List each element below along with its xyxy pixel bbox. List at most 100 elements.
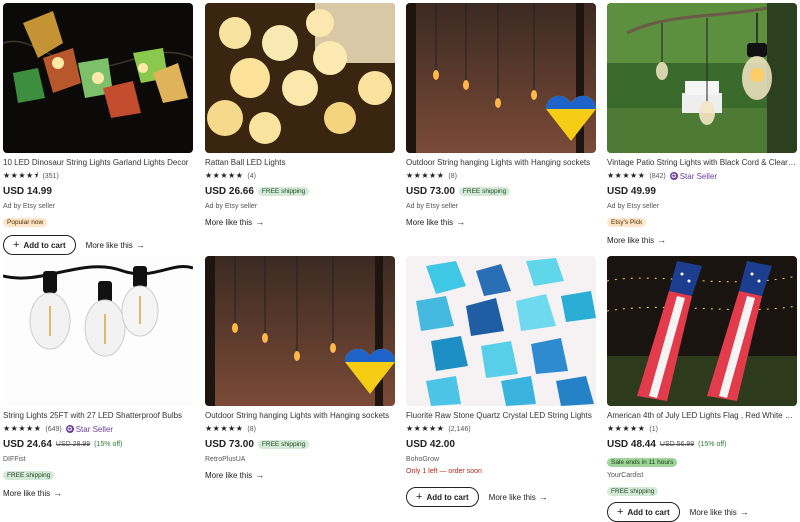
review-count: (649) — [45, 425, 62, 433]
sale-ends-badge: Sale ends in 11 hours — [607, 458, 678, 467]
listing-image-rattan-balls[interactable] — [205, 3, 395, 153]
more-like-this-link[interactable]: More like this → — [690, 507, 749, 517]
review-count: (8) — [448, 172, 457, 180]
listing-title[interactable]: Fluorite Raw Stone Quartz Crystal LED St… — [406, 410, 596, 421]
price: USD 42.00 — [406, 439, 455, 450]
more-like-this-label: More like this — [488, 492, 536, 502]
seller-name[interactable]: BohoGrow — [406, 455, 596, 464]
price: USD 73.00 — [205, 439, 254, 450]
listing-image-flag-windsock[interactable] — [607, 256, 797, 406]
rating-stars: ★★★★★ — [406, 424, 445, 433]
listing-image-outdoor-string-lights[interactable] — [205, 256, 395, 406]
listing-image-vintage-patio-lights[interactable] — [607, 3, 797, 153]
star-seller-badge: ✪ Star Seller — [65, 425, 113, 434]
listing-title[interactable]: American 4th of July LED Lights Flag , R… — [607, 410, 797, 421]
rating-stars: ★★★★★ — [406, 171, 445, 180]
add-to-cart-label: Add to cart — [627, 507, 670, 517]
rating: ★★★★★ (4) — [205, 171, 395, 181]
add-to-cart-button[interactable]: + Add to cart — [406, 487, 479, 507]
price: USD 73.00 — [406, 186, 455, 197]
rating: ★★★★★ (1) — [607, 424, 797, 434]
star-seller-icon: ✪ — [669, 172, 678, 180]
listing-image-dinosaur-lights[interactable] — [3, 3, 193, 153]
rating: ★★★★★ (842) ✪ Star Seller — [607, 171, 797, 181]
listing-card[interactable]: Vintage Patio String Lights with Black C… — [607, 3, 797, 245]
listing-image-fluorite-crystals[interactable] — [406, 256, 596, 406]
card-actions: + Add to cart More like this → — [3, 235, 193, 255]
add-to-cart-label: Add to cart — [23, 240, 66, 250]
listing-card[interactable]: Outdoor String hanging Lights with Hangi… — [205, 256, 395, 480]
more-like-this-label: More like this — [607, 235, 655, 245]
more-like-this-link[interactable]: More like this → — [86, 240, 145, 250]
seller-name[interactable]: RetroPlusUA — [205, 455, 395, 464]
rating-stars: ★★★★★ — [607, 171, 646, 180]
more-like-this-label: More like this — [205, 217, 253, 227]
price: USD 14.99 — [3, 186, 52, 197]
rating-stars: ★★★★★ — [205, 171, 244, 180]
listing-image-outdoor-string-lights[interactable] — [406, 3, 596, 153]
listing-title[interactable]: Rattan Ball LED Lights — [205, 157, 395, 168]
plus-icon: + — [13, 239, 20, 251]
seller-name[interactable]: YourCardist — [607, 471, 797, 480]
arrow-right-icon: → — [739, 507, 749, 517]
low-stock-note: Only 1 left — order soon — [406, 468, 482, 475]
popular-badge: Popular now — [3, 218, 48, 227]
more-like-this-label: More like this — [85, 240, 133, 250]
more-like-this-link[interactable]: More like this → — [406, 217, 465, 227]
listing-card[interactable]: Rattan Ball LED Lights ★★★★★ (4) USD 26.… — [205, 3, 395, 230]
arrow-right-icon: → — [657, 235, 667, 245]
arrow-right-icon: → — [53, 488, 63, 498]
rating: ★★★★★ (2,146) — [406, 424, 596, 434]
seller-line: Ad by Etsy seller — [3, 203, 56, 210]
etsys-pick-badge: Etsy's Pick — [607, 218, 647, 227]
more-like-this-link[interactable]: More like this → — [205, 217, 264, 227]
rating: ★★★★★ (649) ✪ Star Seller — [3, 424, 193, 434]
arrow-right-icon: → — [135, 240, 145, 250]
listing-title[interactable]: Vintage Patio String Lights with Black C… — [607, 157, 797, 168]
free-shipping-badge: FREE shipping — [607, 487, 659, 496]
listing-title[interactable]: Outdoor String hanging Lights with Hangi… — [406, 157, 596, 168]
seller-name[interactable]: DIFFist — [3, 455, 193, 464]
listing-image-shatterproof-bulbs[interactable] — [3, 256, 193, 406]
star-seller-label: Star Seller — [679, 171, 718, 181]
review-count: (842) — [649, 172, 666, 180]
add-to-cart-button[interactable]: + Add to cart — [607, 502, 680, 522]
arrow-right-icon: → — [538, 492, 548, 502]
more-like-this-label: More like this — [406, 217, 454, 227]
listing-title[interactable]: String Lights 25FT with 27 LED Shatterpr… — [3, 410, 193, 421]
card-actions: + Add to cart More like this → — [406, 487, 596, 507]
free-shipping-badge: FREE shipping — [3, 471, 55, 480]
add-to-cart-button[interactable]: + Add to cart — [3, 235, 76, 255]
price-row: USD 24.64 USD 28.99 (15% off) — [3, 438, 193, 451]
more-like-this-link[interactable]: More like this → — [205, 470, 395, 480]
free-shipping-badge: FREE shipping — [257, 440, 310, 449]
plus-icon: + — [617, 506, 624, 518]
more-like-this-label: More like this — [3, 488, 51, 498]
more-like-this-link[interactable]: More like this → — [3, 488, 193, 498]
price-row: USD 26.66 FREE shipping — [205, 185, 395, 198]
listing-card[interactable]: Fluorite Raw Stone Quartz Crystal LED St… — [406, 256, 596, 507]
add-to-cart-label: Add to cart — [426, 492, 469, 502]
more-like-this-link[interactable]: More like this → — [607, 235, 797, 245]
review-count: (351) — [42, 172, 59, 180]
price: USD 26.66 — [205, 186, 254, 197]
rating: ★★★★★ (8) — [406, 171, 596, 181]
review-count: (2,146) — [448, 425, 471, 433]
price-row: USD 73.00 FREE shipping — [205, 438, 395, 451]
seller-line: Ad by Etsy seller — [205, 203, 258, 210]
listing-card[interactable]: Outdoor String hanging Lights with Hangi… — [406, 3, 596, 230]
rating-stars: ★★★★★ — [3, 424, 42, 433]
listing-card[interactable]: 10 LED Dinosaur String Lights Garland Li… — [3, 3, 193, 255]
review-count: (8) — [247, 425, 256, 433]
listing-card[interactable]: String Lights 25FT with 27 LED Shatterpr… — [3, 256, 193, 498]
price: USD 49.99 — [607, 186, 656, 197]
listing-card[interactable]: American 4th of July LED Lights Flag , R… — [607, 256, 797, 522]
original-price: USD 56.99 — [659, 441, 695, 448]
more-like-this-link[interactable]: More like this → — [489, 492, 548, 502]
discount: (15% off) — [94, 441, 123, 448]
review-count: (1) — [649, 425, 658, 433]
price-row: USD 73.00 FREE shipping — [406, 185, 596, 198]
seller-line: Ad by Etsy seller — [406, 203, 459, 210]
listing-title[interactable]: Outdoor String hanging Lights with Hangi… — [205, 410, 395, 421]
listing-title[interactable]: 10 LED Dinosaur String Lights Garland Li… — [3, 157, 193, 168]
